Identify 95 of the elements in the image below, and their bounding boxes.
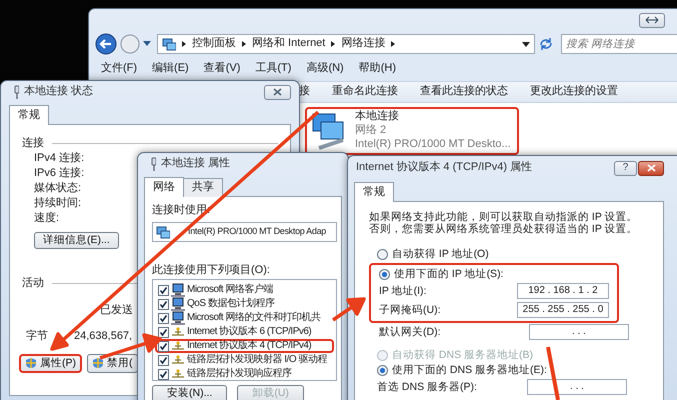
dialog-button[interactable]: 属性(P) [19, 354, 82, 373]
computer-icon [171, 297, 185, 312]
field-label: 子网掩码(U): [379, 304, 442, 317]
connection-network: 网络 2 [355, 124, 388, 138]
connection-adapter: Intel(R) PRO/1000 MT Deskto... [355, 138, 511, 152]
radio-label: 自动获得 DNS 服务器地址(B) [392, 348, 533, 362]
breadcrumb-item[interactable]: 网络连接 [341, 37, 386, 51]
refresh-icon[interactable] [538, 36, 554, 52]
menu-item[interactable]: 工具(T) [255, 62, 292, 76]
computer-icon [171, 311, 185, 326]
tab[interactable]: 常规 [9, 105, 49, 125]
list-item[interactable]: QoS 数据包计划程序 [155, 297, 334, 312]
search-field[interactable]: 搜索 网络连接 [561, 34, 677, 54]
radio-label: 使用下面的 IP 地址(S): [394, 268, 504, 281]
restore-button[interactable] [639, 12, 665, 28]
field-label: IPv4 连接: [34, 150, 84, 166]
toolbar-button[interactable]: 接 [299, 85, 310, 99]
field-label: IP 地址(I): [379, 284, 428, 298]
arrow [331, 297, 366, 322]
caret-icon[interactable] [143, 41, 151, 47]
field-label: 媒体状态: [34, 180, 82, 196]
radio-button[interactable] [377, 248, 388, 260]
list-item[interactable]: 链路层拓扑发现响应程序 [155, 367, 334, 380]
restore-icon [645, 16, 659, 24]
menu-item[interactable]: 文件(F) [101, 62, 138, 76]
network-icon [162, 37, 176, 51]
bytes-label: 字节 [26, 330, 48, 344]
list-item[interactable]: Internet 协议版本 4 (TCP/IPv4) [155, 339, 334, 354]
checkbox[interactable] [158, 312, 169, 324]
list-item[interactable]: Microsoft 网络的文件和打印机共 [155, 311, 334, 326]
dialog-title: 本地连接 属性 [161, 157, 230, 171]
toolbar-button[interactable]: 重命名此连接 [332, 85, 398, 99]
network-adapter-icon [156, 224, 170, 238]
menu-item[interactable]: 高级(N) [306, 62, 344, 76]
field-label: IPv6 连接: [34, 166, 84, 180]
shield-icon [92, 357, 104, 370]
breadcrumb-item[interactable]: 控制面板 [192, 37, 236, 51]
checkbox[interactable] [158, 326, 169, 338]
field-label: 首选 DNS 服务器(P): [377, 380, 478, 394]
radio-button[interactable] [377, 364, 388, 376]
dialog-button[interactable]: 禁用( [87, 354, 138, 373]
toolbar-button[interactable]: 查看此连接的状态 [420, 85, 508, 99]
chevron-icon [241, 40, 247, 48]
close-button[interactable] [638, 160, 664, 176]
close-button[interactable] [264, 84, 291, 100]
field-label: 速度: [34, 210, 60, 226]
chevron-icon [330, 40, 336, 48]
chevron-icon[interactable] [390, 40, 396, 48]
intro-text: 如果网络支持此功能，则可以获取自动指派的 IP 设置。否则，您需要从网络系统管理员处获得适当的 IP 设置。 [369, 210, 639, 235]
annotation-line [546, 346, 560, 400]
tab[interactable]: 共享 [183, 178, 223, 197]
list-item[interactable]: Microsoft 网络客户端 [155, 283, 334, 298]
checkbox[interactable] [158, 284, 169, 296]
menu-item[interactable]: 帮助(H) [358, 62, 396, 76]
ip-address-field[interactable]: 255 . 255 . 255 . 0 [516, 302, 609, 318]
dropdown-icon[interactable] [522, 42, 530, 46]
ip-address-field[interactable]: . . . [529, 324, 629, 340]
field-label: 默认网关(D): [379, 326, 442, 339]
checkbox[interactable] [158, 298, 169, 310]
help-button[interactable]: ? [614, 160, 637, 176]
list-item[interactable]: 链路层拓扑发现映射器 I/O 驱动程 [155, 353, 334, 368]
details-button[interactable]: 详细信息(E)... [34, 232, 119, 249]
radio-label: 自动获得 IP 地址(O) [392, 248, 489, 261]
checkbox[interactable] [158, 368, 169, 380]
list-item[interactable]: Internet 协议版本 6 (TCP/IPv6) [155, 325, 334, 340]
network-protocol-icon [171, 367, 185, 380]
toolbar-button[interactable]: 更改此连接的设置 [530, 85, 618, 99]
tab[interactable]: 常规 [354, 182, 394, 202]
ip-address-field[interactable]: 192 . 168 . 1 . 2 [516, 283, 609, 300]
breadcrumb-item[interactable]: 网络和 Internet [252, 37, 326, 51]
menu-item[interactable]: 查看(V) [204, 62, 240, 76]
field-label: 此连接使用下列项目(O): [152, 264, 271, 278]
ip-address-field[interactable]: . . . [527, 379, 627, 396]
dialog-button[interactable]: 安装(N)... [152, 385, 228, 400]
group-label: 活动 [22, 276, 44, 290]
adapter-name: Intel(R) PRO/1000 MT Desktop Adap [188, 226, 326, 238]
computer-icon [171, 283, 185, 298]
radio-label: 使用下面的 DNS 服务器地址(E): [392, 364, 547, 377]
radio-button[interactable] [379, 268, 390, 280]
group-label: 连接 [22, 136, 44, 150]
checkbox[interactable] [158, 340, 169, 352]
close-icon [646, 164, 656, 172]
back-button[interactable] [95, 33, 117, 55]
menu-item[interactable]: 编辑(E) [152, 62, 189, 76]
connection-name: 本地连接 [355, 110, 400, 124]
dialog-title: Internet 协议版本 4 (TCP/IPv4) 属性 [356, 161, 532, 175]
close-icon [273, 88, 282, 96]
field-label: 持续时间: [34, 196, 82, 210]
address-bar[interactable]: 控制面板 网络和 Internet 网络连接 [157, 34, 535, 54]
tab[interactable]: 网络 [144, 177, 184, 197]
shield-icon [25, 357, 37, 370]
dialog-title: 本地连接 状态 [24, 85, 94, 99]
checkbox[interactable] [158, 354, 169, 366]
chevron-icon [181, 40, 187, 48]
bytes-value: 24,638,567, [74, 330, 132, 344]
